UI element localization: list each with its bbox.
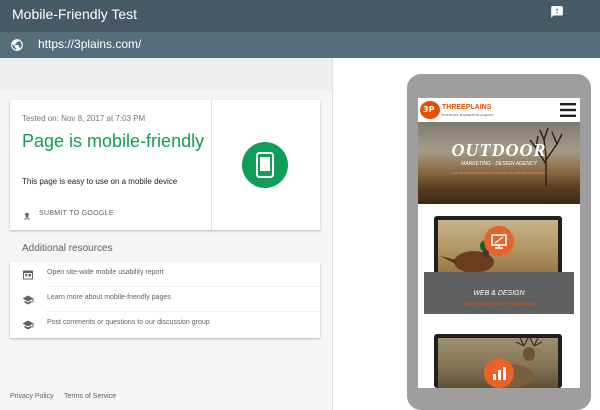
- resource-label: Post comments or questions to our discus…: [47, 319, 210, 326]
- site-header: 3P THREEPLAINS OUTDOOR MARKETING AGENCY: [418, 98, 580, 122]
- resources-list: Open site-wide mobile usability report L…: [10, 262, 320, 338]
- school-icon: [22, 293, 34, 305]
- hero-title: OUTDOOR: [451, 140, 547, 160]
- page-screenshot[interactable]: 3P THREEPLAINS OUTDOOR MARKETING AGENCY …: [418, 98, 580, 388]
- app-header: Mobile-Friendly Test: [0, 0, 600, 32]
- hamburger-menu-icon: [560, 103, 576, 117]
- school-icon: [22, 318, 34, 330]
- url-input[interactable]: [38, 37, 438, 51]
- mobile-friendly-badge: [242, 142, 288, 188]
- site-logo: 3P: [420, 101, 440, 119]
- hero-tagline: THE #1 OUTDOOR INDUSTRY MARKETING AND DE…: [452, 171, 546, 175]
- service-subtitle: RESPONSIVE WEBSITES & BRANDING: [462, 301, 536, 306]
- smartphone-icon: [256, 152, 274, 178]
- resource-learn-more-link[interactable]: Learn more about mobile-friendly pages: [10, 287, 320, 311]
- url-bar: [0, 32, 600, 58]
- resource-label: Open site-wide mobile usability report: [47, 269, 164, 276]
- site-hero: OUTDOOR MARKETING · DESIGN AGENCY THE #1…: [418, 122, 580, 204]
- resources-heading: Additional resources: [22, 243, 113, 254]
- site-brand: THREEPLAINS: [442, 104, 492, 111]
- terms-of-service-link[interactable]: Terms of Service: [64, 393, 116, 400]
- feedback-icon[interactable]: [550, 5, 564, 19]
- submit-to-google-button[interactable]: SUBMIT TO GOOGLE: [22, 206, 114, 220]
- service-web-design: WEB & DESIGN RESPONSIVE WEBSITES & BRAND…: [418, 204, 580, 320]
- resource-discussion-group-link[interactable]: Post comments or questions to our discus…: [10, 312, 320, 336]
- hero-subtitle: MARKETING · DESIGN AGENCY: [461, 161, 537, 167]
- resource-label: Learn more about mobile-friendly pages: [47, 294, 171, 301]
- card-divider: [211, 100, 212, 230]
- submit-label: SUBMIT TO GOOGLE: [39, 209, 114, 217]
- globe-icon: [10, 38, 24, 52]
- site-brand-tagline: OUTDOOR MARKETING AGENCY: [442, 113, 495, 117]
- results-toolbar: [0, 58, 332, 90]
- verdict-heading: Page is mobile-friendly: [22, 131, 205, 151]
- monitor-edit-icon: [484, 226, 514, 256]
- result-card: Tested on: Nov 8, 2017 at 7:03 PM Page i…: [10, 100, 320, 230]
- upload-icon: [22, 208, 32, 220]
- app-title: Mobile-Friendly Test: [12, 6, 138, 22]
- tested-on-timestamp: Tested on: Nov 8, 2017 at 7:03 PM: [22, 114, 146, 123]
- resource-usability-report-link[interactable]: Open site-wide mobile usability report: [10, 262, 320, 286]
- bar-chart-icon: [484, 358, 514, 388]
- service-title: WEB & DESIGN: [473, 290, 525, 297]
- logo-mark: 3P: [423, 105, 435, 114]
- service-marketing: [418, 320, 580, 388]
- report-icon: [22, 268, 34, 280]
- privacy-policy-link[interactable]: Privacy Policy: [10, 393, 54, 400]
- verdict-description: This page is easy to use on a mobile dev…: [22, 177, 178, 186]
